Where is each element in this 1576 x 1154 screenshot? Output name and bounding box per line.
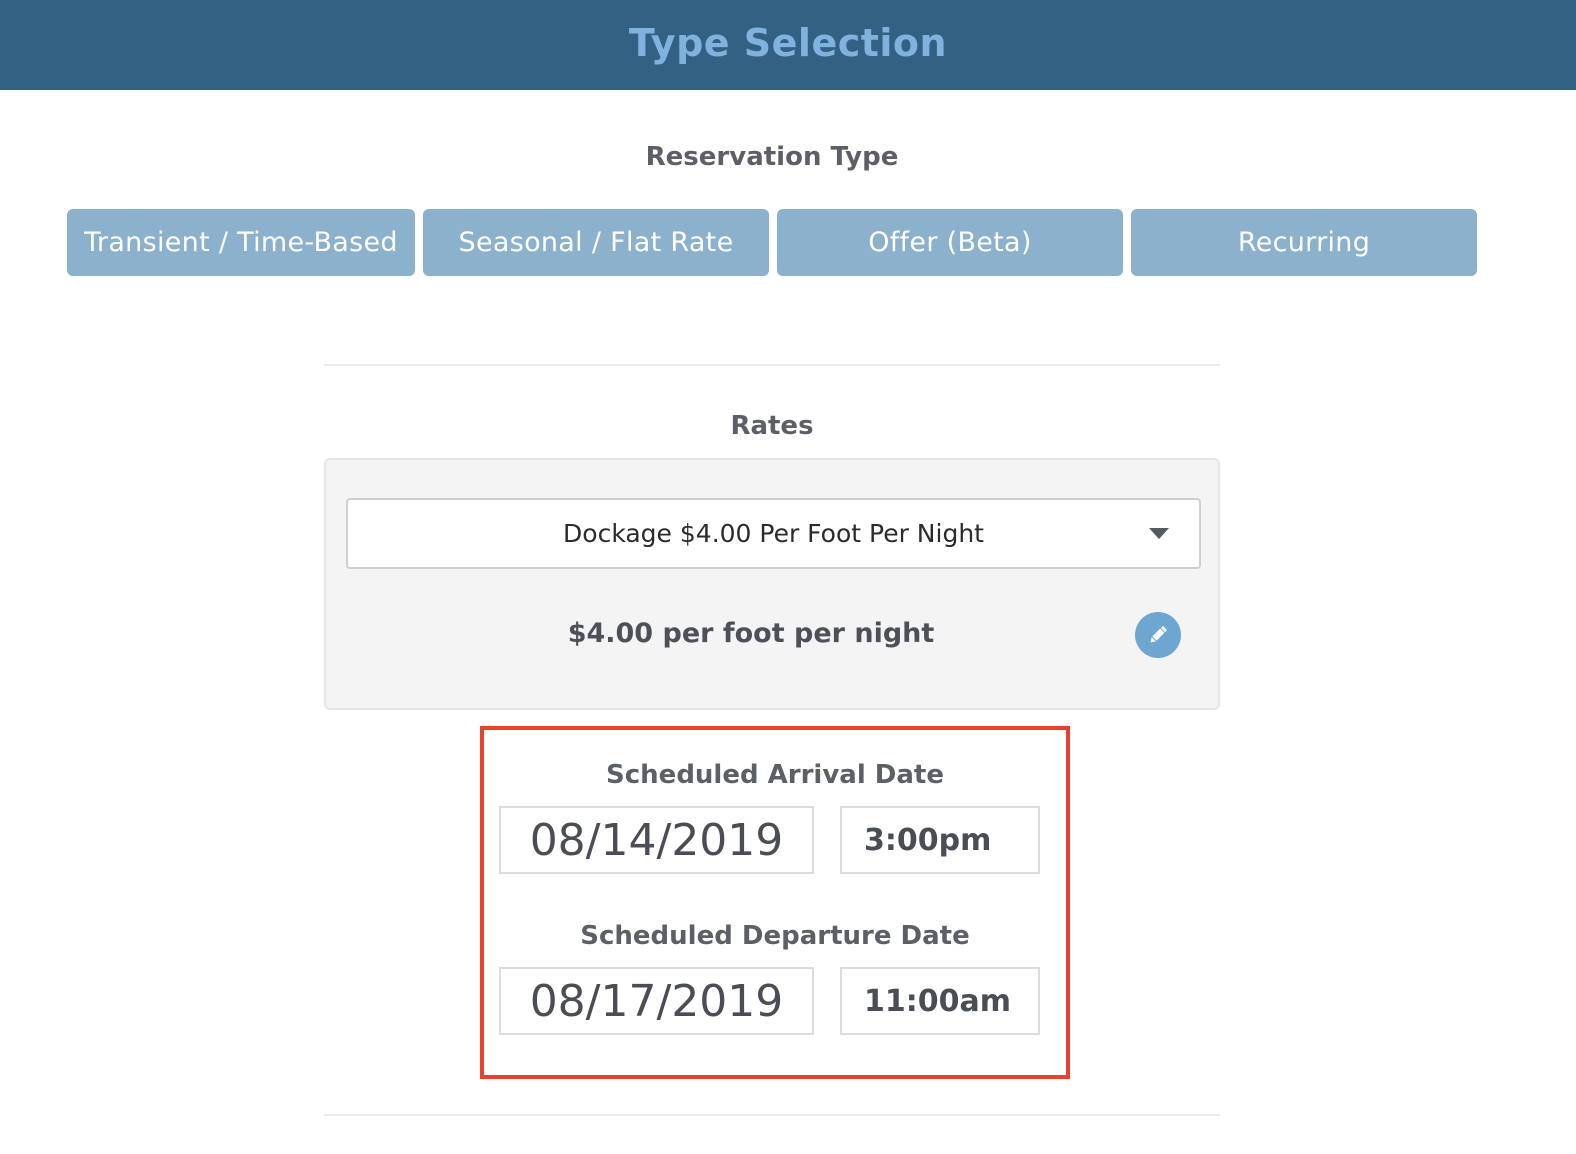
edit-rate-button[interactable] <box>1135 612 1181 658</box>
arrival-date-label: Scheduled Arrival Date <box>606 760 944 790</box>
offer-beta-button[interactable]: Offer (Beta) <box>777 209 1123 276</box>
recurring-button[interactable]: Recurring <box>1131 209 1477 276</box>
page-title: Type Selection <box>628 21 948 65</box>
rate-summary: $4.00 per foot per night <box>567 618 935 649</box>
departure-date-input[interactable]: 08/17/2019 <box>499 967 814 1035</box>
reservation-type-label: Reservation Type <box>645 142 899 172</box>
departure-time-input[interactable]: 11:00am <box>840 967 1040 1035</box>
arrival-time-input[interactable]: 3:00pm <box>840 806 1040 874</box>
section-divider-bottom <box>324 1114 1220 1116</box>
rates-label: Rates <box>730 411 814 441</box>
departure-date-label: Scheduled Departure Date <box>580 921 970 951</box>
rate-select[interactable]: Dockage $4.00 Per Foot Per Night <box>346 498 1201 569</box>
seasonal-flat-rate-button[interactable]: Seasonal / Flat Rate <box>423 209 769 276</box>
transient-time-based-button[interactable]: Transient / Time-Based <box>67 209 415 276</box>
arrival-date-input[interactable]: 08/14/2019 <box>499 806 814 874</box>
page-header: Type Selection <box>0 0 1576 90</box>
schedule-dates-box: Scheduled Arrival Date 08/14/2019 3:00pm… <box>480 726 1070 1079</box>
rates-panel: Dockage $4.00 Per Foot Per Night $4.00 p… <box>324 458 1220 710</box>
section-divider <box>324 364 1220 366</box>
rate-select-value: Dockage $4.00 Per Foot Per Night <box>563 519 984 548</box>
caret-down-icon <box>1149 528 1169 539</box>
pencil-icon <box>1150 626 1167 643</box>
